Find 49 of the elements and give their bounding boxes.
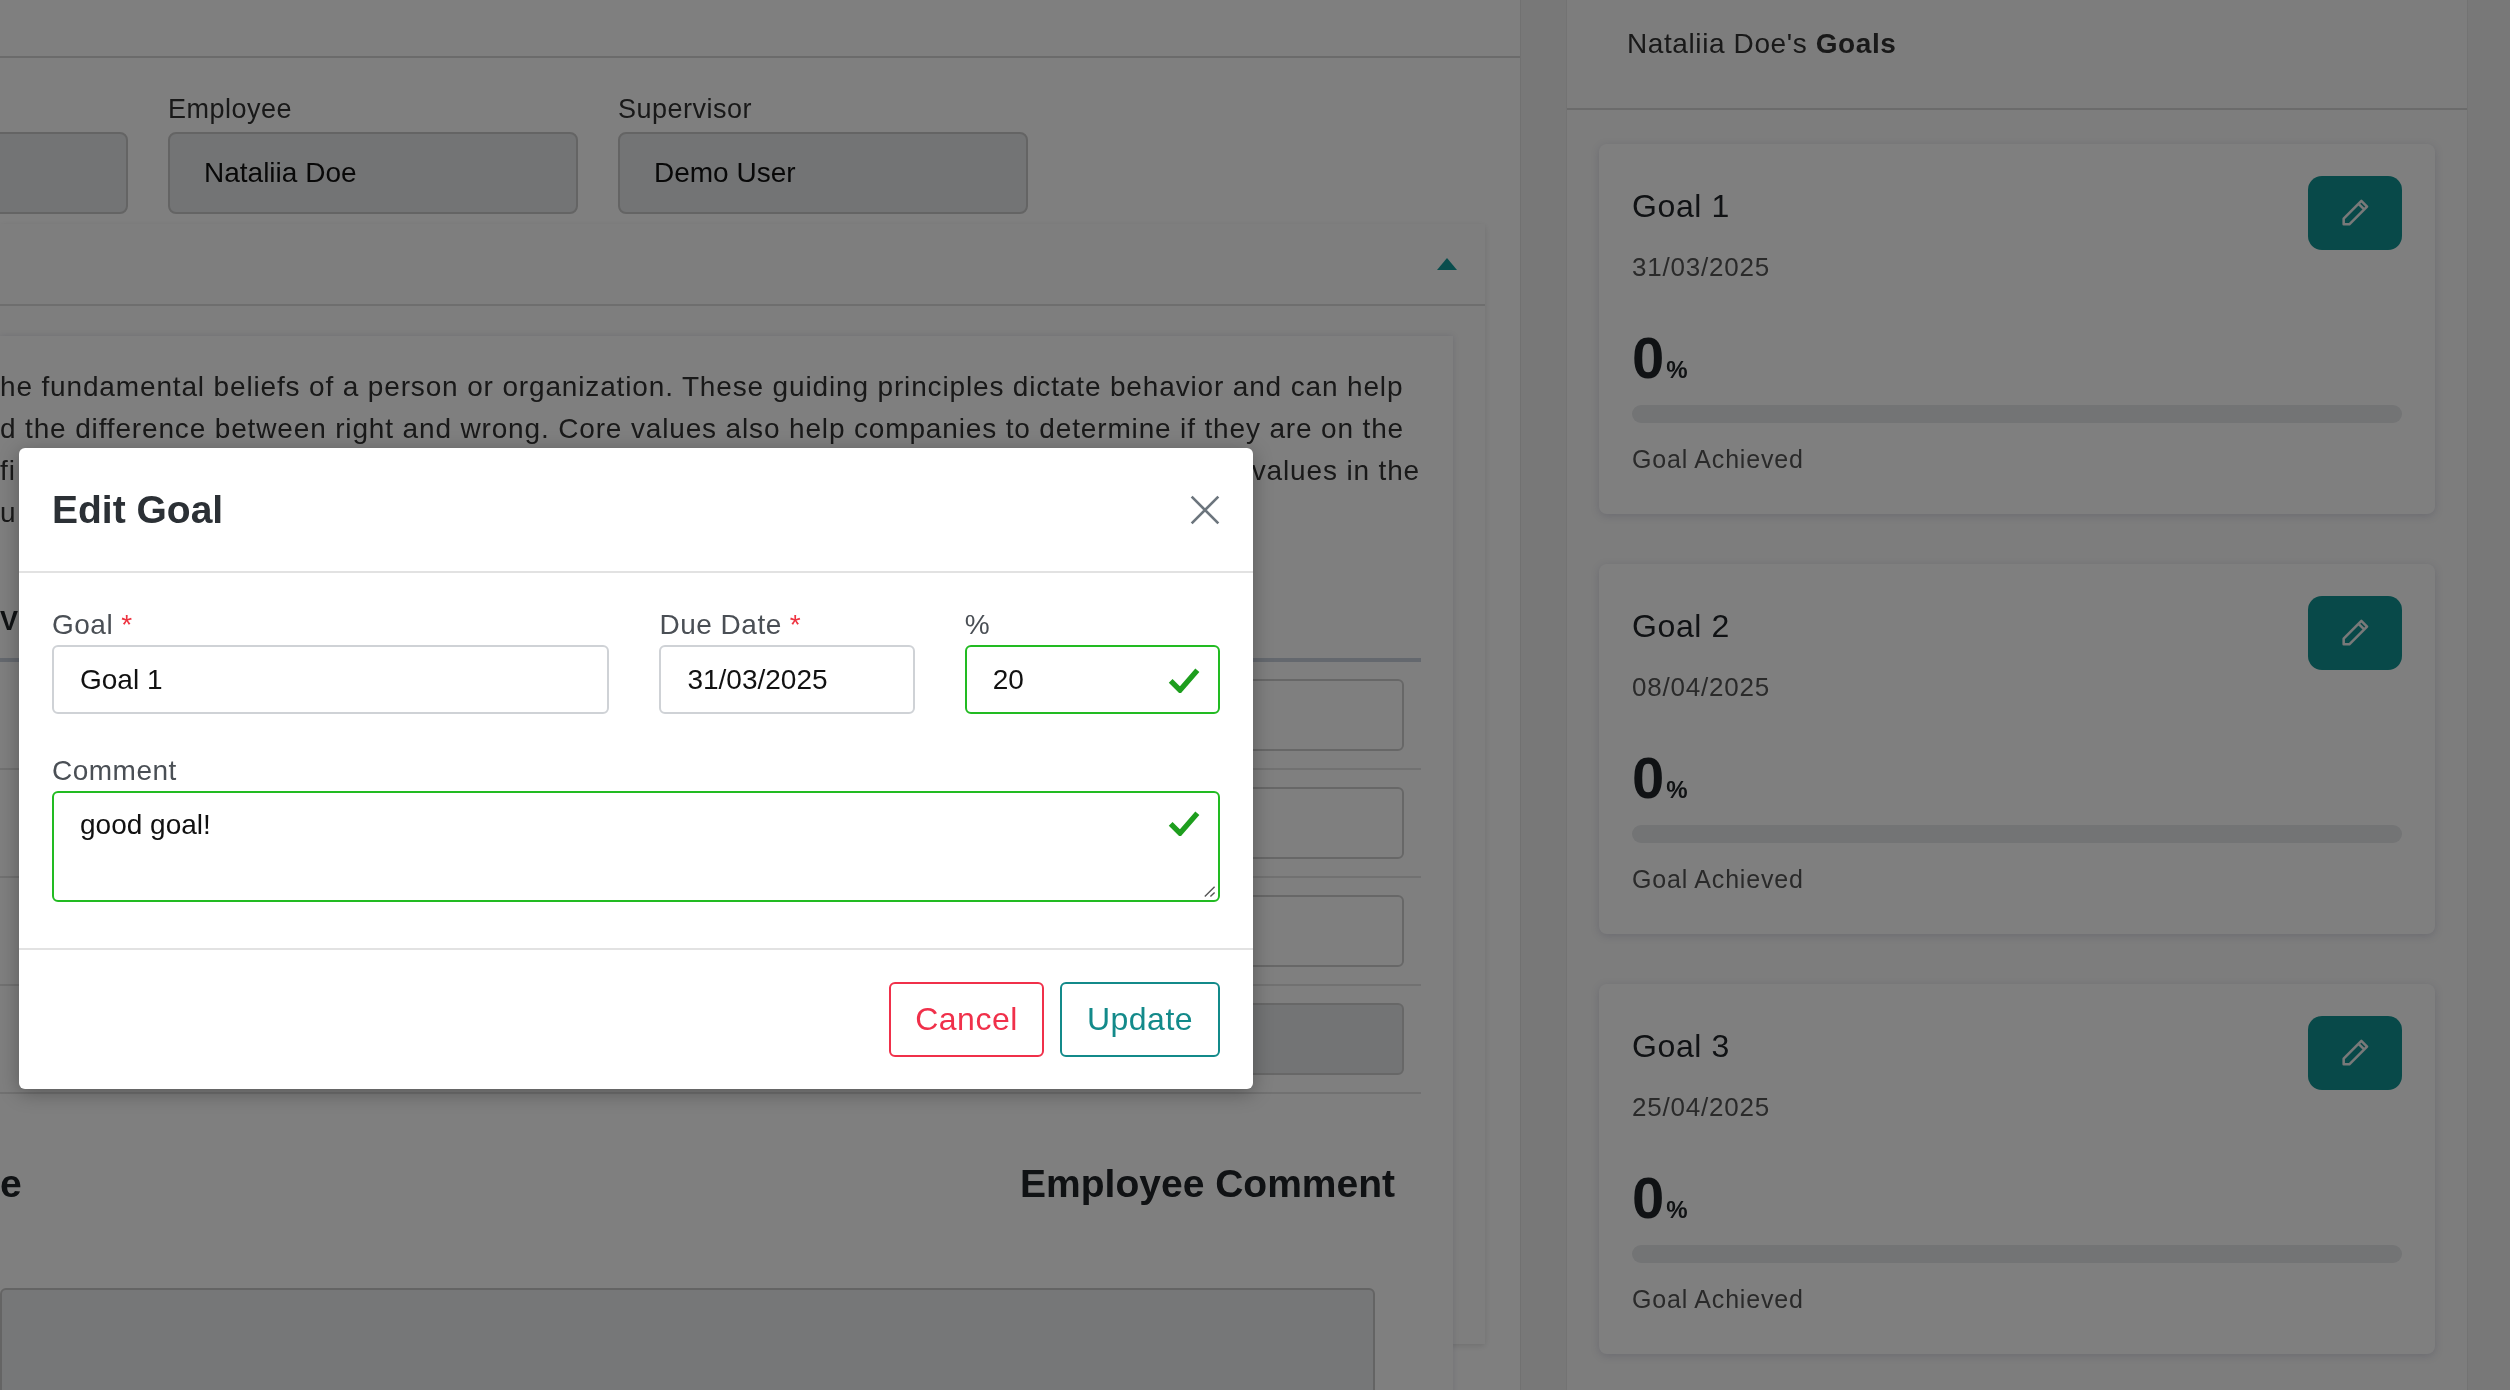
- goal-title: Goal 3: [1632, 1028, 1730, 1065]
- goal-title: Goal 2: [1632, 608, 1730, 645]
- paragraph-text: u: [0, 496, 17, 530]
- percent-value: 0: [1632, 329, 1665, 387]
- input-field[interactable]: 20: [964, 645, 1220, 714]
- goal-caption: Goal Achieved: [1632, 1285, 1805, 1314]
- edit-button[interactable]: [2308, 596, 2402, 670]
- goal-caption: Goal Achieved: [1632, 865, 1805, 894]
- input-field[interactable]: Goal 1: [52, 645, 610, 714]
- edit-button[interactable]: [2308, 176, 2402, 250]
- input-field[interactable]: 31/03/2025: [659, 645, 915, 714]
- resize-handle-icon[interactable]: [1202, 884, 1216, 898]
- caret-icon[interactable]: [1437, 258, 1457, 270]
- field-label: Due Date: [659, 609, 782, 641]
- percent-value: 0: [1632, 749, 1665, 807]
- check-icon: [1168, 809, 1200, 836]
- field-label: Comment: [52, 755, 177, 787]
- paragraph-text: values in the: [1251, 454, 1420, 488]
- goal-title: Goal 1: [1632, 188, 1730, 225]
- input-field[interactable]: Nataliia Doe: [168, 132, 578, 214]
- paragraph-text: he fundamental beliefs of a person or organization. These guiding principles dictate behavior and can help: [0, 370, 1404, 404]
- field-label: %: [964, 609, 991, 641]
- percent-unit: %: [1666, 1196, 1688, 1224]
- section-heading: e: [0, 1162, 22, 1206]
- primary-button[interactable]: Update: [1060, 982, 1220, 1057]
- check-icon: [1168, 666, 1200, 693]
- panel-title: Nataliia Doe's Goals: [1567, 0, 2467, 110]
- percent-value: 0: [1632, 1169, 1665, 1227]
- paragraph-text: fi: [0, 454, 16, 488]
- required-mark: *: [789, 609, 802, 641]
- percent-unit: %: [1666, 776, 1688, 804]
- due-date: 25/04/2025: [1632, 1092, 1772, 1123]
- input-field[interactable]: Demo User: [618, 132, 1028, 214]
- required-mark: *: [121, 609, 133, 641]
- cancel-button[interactable]: Cancel: [889, 982, 1044, 1057]
- close-icon[interactable]: [1189, 493, 1221, 526]
- due-date: 31/03/2025: [1632, 252, 1772, 283]
- subheading: V: [0, 606, 18, 636]
- dialog-title: Edit Goal: [52, 487, 224, 532]
- field-label: Goal: [52, 609, 114, 641]
- percent-unit: %: [1666, 356, 1688, 384]
- due-date: 08/04/2025: [1632, 672, 1772, 703]
- field-label: Supervisor: [618, 94, 754, 126]
- edit-button[interactable]: [2308, 1016, 2402, 1090]
- comment-field[interactable]: good goal!: [52, 791, 1220, 902]
- paragraph-text: d the difference between right and wrong. Core values also help companies to determine if they are on the: [0, 412, 1404, 446]
- field-label: Employee: [168, 94, 294, 126]
- goal-caption: Goal Achieved: [1632, 445, 1805, 474]
- section-heading: Employee Comment: [1020, 1162, 1395, 1206]
